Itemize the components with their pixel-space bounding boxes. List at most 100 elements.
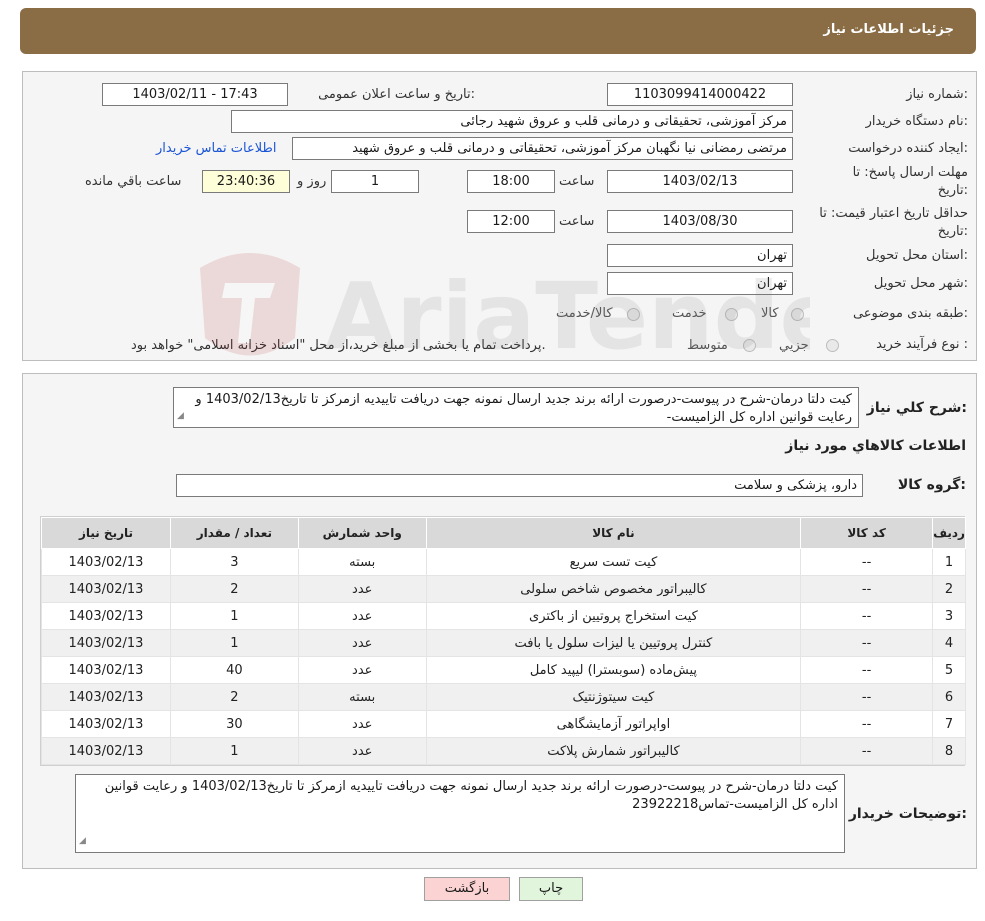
category-goods-service-radio[interactable] — [627, 308, 640, 321]
row-number-cell: 4 — [932, 629, 966, 657]
item-unit-cell: عدد — [297, 710, 427, 738]
resize-grip-icon[interactable]: ◢ — [79, 832, 86, 850]
table-row[interactable]: 1 -- کیت تست سریع بسته 3 1403/02/13 — [41, 548, 966, 576]
col-date-header: تاريخ نياز — [41, 517, 171, 549]
validity-time-field: 12:00 — [467, 210, 555, 233]
category-goods-radio[interactable] — [791, 308, 804, 321]
validity-date-field: 1403/08/30 — [607, 210, 793, 233]
item-name-cell: کالیبراتور شمارش پلاکت — [425, 737, 802, 765]
deadline-label-date: تاریخ: — [937, 183, 968, 198]
category-label: طبقه بندی موضوعی: — [852, 306, 968, 321]
buyer-org-field: مرکز آموزشی، تحقیقاتی و درمانی قلب و عرو… — [231, 110, 793, 133]
buyer-notes-label: توضیحات خریدار: — [848, 806, 967, 822]
category-service-radio[interactable] — [725, 308, 738, 321]
item-quantity-cell: 3 — [169, 548, 299, 576]
item-need-date-cell: 1403/02/13 — [41, 602, 171, 630]
item-code-cell: -- — [800, 683, 934, 711]
city-label: شهر محل تحویل: — [873, 276, 968, 291]
deadline-time-field: 18:00 — [467, 170, 555, 193]
table-row[interactable]: 4 -- کنترل پروتیین یا لیزات سلول یا بافت عد… — [41, 629, 966, 657]
deadline-time-word: ساعت — [559, 174, 595, 189]
deadline-label: مهلت ارسال پاسخ: تا — [852, 165, 968, 180]
table-row[interactable]: 7 -- اواپراتور آزمایشگاهی عدد 30 1403/02/13 — [41, 710, 966, 738]
item-code-cell: -- — [800, 710, 934, 738]
col-code-header: کد کالا — [800, 517, 934, 549]
resize-grip-icon[interactable]: ◢ — [177, 407, 184, 425]
item-quantity-cell: 40 — [169, 656, 299, 684]
summary-textarea[interactable]: کیت دلتا درمان-شرح در پیوست-درصورت ارائه… — [173, 387, 859, 428]
item-unit-cell: عدد — [297, 629, 427, 657]
item-quantity-cell: 1 — [169, 737, 299, 765]
row-number-cell: 5 — [932, 656, 966, 684]
col-unit-header: واحد شمارش — [297, 517, 427, 549]
page-header: جزئیات اطلاعات نیاز — [20, 8, 976, 54]
buyer-notes-textarea[interactable]: کیت دلتا درمان-شرح در پیوست-درصورت ارائه… — [75, 774, 845, 853]
item-unit-cell: عدد — [297, 575, 427, 603]
table-row[interactable]: 3 -- کیت استخراج پروتیین از باکتری عدد 1 1403… — [41, 602, 966, 630]
remaining-time-field: 23:40:36 — [202, 170, 290, 193]
item-need-date-cell: 1403/02/13 — [41, 710, 171, 738]
item-quantity-cell: 2 — [169, 683, 299, 711]
process-label: نوع فرآیند خرید : — [876, 337, 968, 352]
validity-label: حداقل تاریخ اعتبار قیمت: تا — [819, 206, 968, 221]
category-service-label: خدمت — [672, 306, 707, 321]
days-and-label: روز و — [297, 174, 327, 189]
province-field: تهران — [607, 244, 793, 267]
table-row[interactable]: 8 -- کالیبراتور شمارش پلاکت عدد 1 1403/02/13 — [41, 737, 966, 765]
validity-time-word: ساعت — [559, 214, 595, 229]
row-number-cell: 1 — [932, 548, 966, 576]
buyer-notes-text: کیت دلتا درمان-شرح در پیوست-درصورت ارائه… — [104, 779, 838, 812]
item-unit-cell: بسته — [297, 683, 427, 711]
creator-field: مرتضی رمضانی نیا نگهبان مرکز آموزشی، تحق… — [292, 137, 793, 160]
item-quantity-cell: 2 — [169, 575, 299, 603]
item-need-date-cell: 1403/02/13 — [41, 683, 171, 711]
need-number-field: 1103099414000422 — [607, 83, 793, 106]
col-row-header: رديف — [932, 517, 966, 549]
col-name-header: نام کالا — [425, 517, 802, 549]
category-goods-label: کالا — [761, 306, 779, 321]
item-need-date-cell: 1403/02/13 — [41, 548, 171, 576]
goods-table-container: رديف کد کالا نام کالا واحد شمارش تعداد /… — [40, 516, 966, 766]
item-need-date-cell: 1403/02/13 — [41, 575, 171, 603]
item-name-cell: کیت سیتوژنتیک — [425, 683, 802, 711]
item-name-cell: کیت استخراج پروتیین از باکتری — [425, 602, 802, 630]
item-unit-cell: عدد — [297, 656, 427, 684]
page-title: جزئیات اطلاعات نیاز — [823, 22, 954, 37]
item-name-cell: اواپراتور آزمایشگاهی — [425, 710, 802, 738]
item-code-cell: -- — [800, 656, 934, 684]
remaining-time-label: ساعت باقي مانده — [85, 174, 182, 189]
process-medium-label: متوسط — [687, 338, 728, 353]
table-row[interactable]: 2 -- کالیبراتور مخصوص شاخص سلولی عدد 2 1403/0… — [41, 575, 966, 603]
item-quantity-cell: 1 — [169, 602, 299, 630]
item-code-cell: -- — [800, 602, 934, 630]
table-row[interactable]: 5 -- پیش‌ماده (سوبسترا) لیپید کامل عدد 40 140… — [41, 656, 966, 684]
goods-group-label: گروه کالا: — [897, 477, 966, 493]
need-number-label: شماره نیاز: — [906, 87, 968, 102]
buyer-contact-link[interactable]: اطلاعات تماس خریدار — [156, 141, 276, 156]
row-number-cell: 3 — [932, 602, 966, 630]
row-number-cell: 2 — [932, 575, 966, 603]
buyer-org-label: نام دستگاه خریدار: — [865, 114, 968, 129]
item-need-date-cell: 1403/02/13 — [41, 629, 171, 657]
row-number-cell: 8 — [932, 737, 966, 765]
process-minor-radio[interactable] — [826, 339, 839, 352]
summary-label: شرح کلي نياز: — [866, 400, 967, 416]
goods-table: رديف کد کالا نام کالا واحد شمارش تعداد /… — [41, 517, 966, 765]
item-code-cell: -- — [800, 629, 934, 657]
item-unit-cell: عدد — [297, 602, 427, 630]
item-code-cell: -- — [800, 575, 934, 603]
goods-section-title: اطلاعات کالاهاي مورد نياز — [785, 438, 966, 454]
goods-group-field: دارو، پزشکی و سلامت — [176, 474, 863, 497]
table-row[interactable]: 6 -- کیت سیتوژنتیک بسته 2 1403/02/13 — [41, 683, 966, 711]
process-note: پرداخت تمام یا بخشی از مبلغ خرید،از محل … — [131, 338, 546, 353]
item-name-cell: کیت تست سریع — [425, 548, 802, 576]
announce-date-field: 1403/02/11 - 17:43 — [102, 83, 288, 106]
process-medium-radio[interactable] — [743, 339, 756, 352]
print-button[interactable]: چاپ — [519, 877, 583, 901]
item-quantity-cell: 1 — [169, 629, 299, 657]
item-name-cell: کنترل پروتیین یا لیزات سلول یا بافت — [425, 629, 802, 657]
city-field: تهران — [607, 272, 793, 295]
item-name-cell: پیش‌ماده (سوبسترا) لیپید کامل — [425, 656, 802, 684]
item-need-date-cell: 1403/02/13 — [41, 656, 171, 684]
back-button[interactable]: بازگشت — [424, 877, 510, 901]
